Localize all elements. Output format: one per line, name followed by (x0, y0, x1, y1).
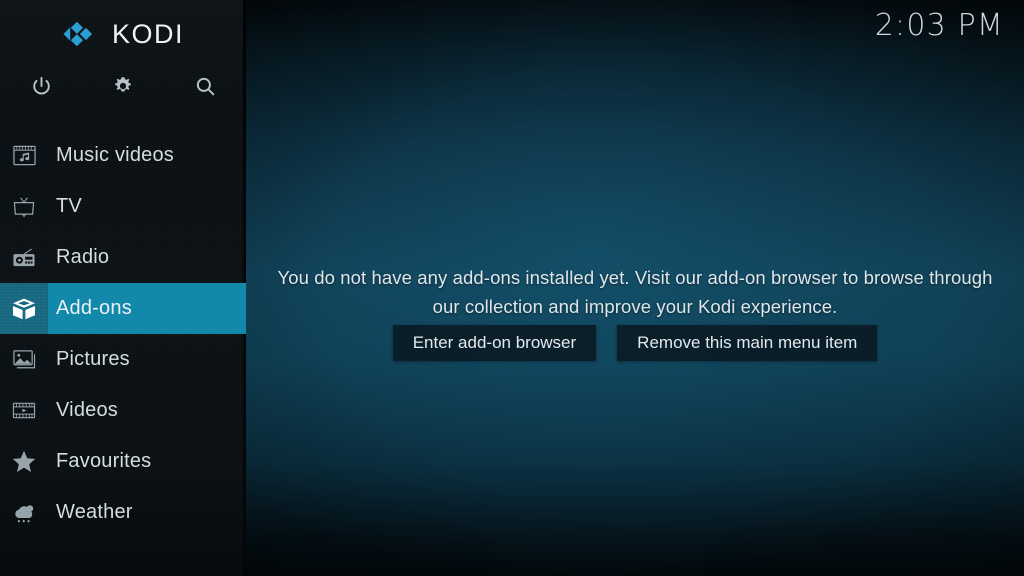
power-icon[interactable] (0, 62, 82, 110)
radio-icon (0, 232, 48, 283)
pictures-icon (0, 334, 48, 385)
star-icon (0, 436, 48, 487)
sidebar-item-label: Music videos (56, 144, 174, 166)
clock: 2:03 PM (874, 8, 1004, 43)
main-menu: Music videos TV Radio Add-ons Pictures V… (0, 130, 246, 538)
remove-main-menu-item-button[interactable]: Remove this main menu item (617, 325, 878, 361)
sidebar-item-tv[interactable]: TV (0, 181, 246, 232)
app-logo: KODI (0, 10, 246, 58)
sidebar-item-pictures[interactable]: Pictures (0, 334, 246, 385)
sidebar: KODI Music videos TV Radio Add-ons Pictu… (0, 0, 246, 576)
enter-addon-browser-button[interactable]: Enter add-on browser (392, 325, 597, 361)
sidebar-item-radio[interactable]: Radio (0, 232, 246, 283)
kodi-logo-icon (62, 17, 98, 51)
empty-state-message: You do not have any add-ons installed ye… (277, 267, 993, 317)
sidebar-item-weather[interactable]: Weather (0, 487, 246, 538)
sidebar-item-label: TV (56, 195, 82, 217)
empty-state-actions: Enter add-on browser Remove this main me… (246, 325, 1024, 361)
sidebar-item-add-ons[interactable]: Add-ons (0, 283, 246, 334)
kodi-home-screen: KODI Music videos TV Radio Add-ons Pictu… (0, 0, 1024, 576)
settings-gear-icon[interactable] (82, 62, 164, 110)
music-videos-icon (0, 130, 48, 181)
sidebar-item-label: Radio (56, 246, 110, 268)
weather-cloud-rain-icon (0, 487, 48, 538)
addons-box-icon (0, 283, 48, 334)
tv-icon (0, 181, 48, 232)
sidebar-item-music-videos[interactable]: Music videos (0, 130, 246, 181)
sidebar-item-label: Videos (56, 399, 118, 421)
sidebar-item-label: Favourites (56, 450, 152, 472)
sidebar-item-label: Add-ons (56, 297, 132, 319)
sidebar-item-favourites[interactable]: Favourites (0, 436, 246, 487)
main-content: You do not have any add-ons installed ye… (246, 0, 1024, 576)
sidebar-item-label: Weather (56, 501, 133, 523)
sidebar-item-videos[interactable]: Videos (0, 385, 246, 436)
app-name: KODI (111, 18, 184, 49)
search-icon[interactable] (164, 62, 246, 110)
sidebar-item-label: Pictures (56, 348, 130, 370)
videos-filmstrip-icon (0, 385, 48, 436)
sidebar-top-icons (0, 62, 246, 110)
